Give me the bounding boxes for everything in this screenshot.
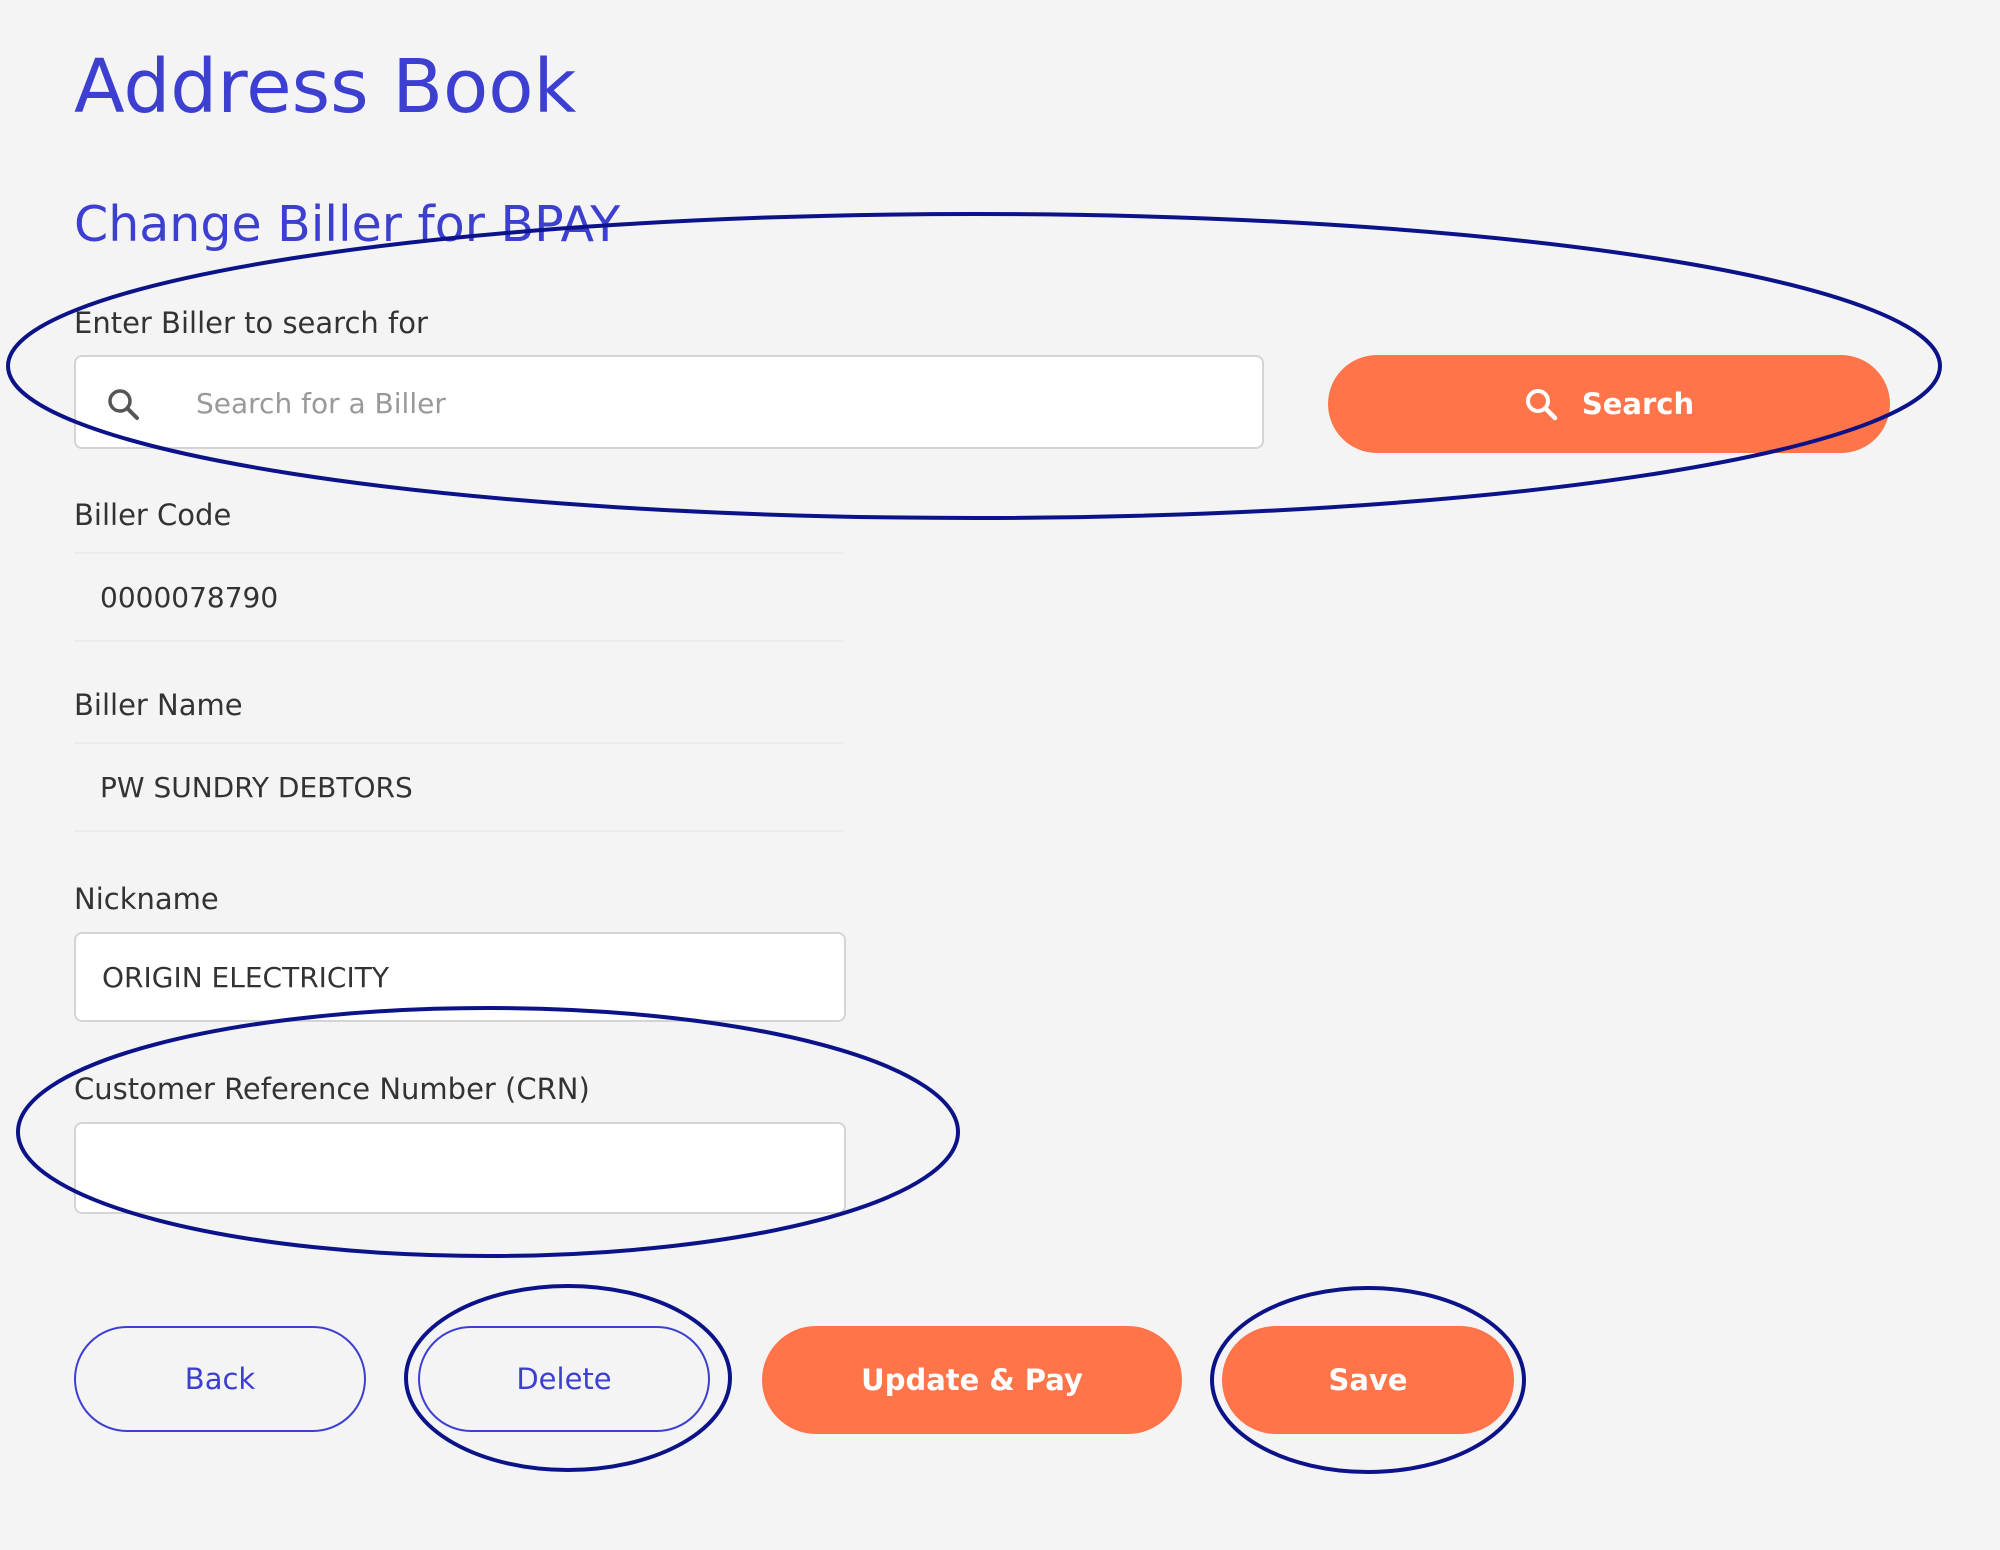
page-title: Address Book <box>74 44 577 130</box>
nickname-label: Nickname <box>74 882 219 916</box>
search-label: Enter Biller to search for <box>74 306 428 340</box>
delete-button-label: Delete <box>516 1362 612 1396</box>
biller-search-input[interactable] <box>194 371 1238 435</box>
nickname-input[interactable] <box>74 932 846 1022</box>
section-title: Change Biller for BPAY <box>74 196 621 253</box>
save-button-label: Save <box>1328 1363 1408 1397</box>
biller-code-label: Biller Code <box>74 498 232 532</box>
biller-name-label: Biller Name <box>74 688 243 722</box>
save-button[interactable]: Save <box>1222 1326 1514 1434</box>
back-button-label: Back <box>184 1362 256 1396</box>
biller-search-field[interactable] <box>74 355 1264 449</box>
crn-input[interactable] <box>74 1122 846 1214</box>
biller-code-value: 0000078790 <box>74 552 844 642</box>
crn-label: Customer Reference Number (CRN) <box>74 1072 590 1106</box>
update-pay-button-label: Update & Pay <box>861 1363 1083 1397</box>
search-icon <box>108 389 139 420</box>
back-button[interactable]: Back <box>74 1326 366 1432</box>
search-button[interactable]: Search <box>1328 355 1890 453</box>
search-button-label: Search <box>1581 387 1695 421</box>
search-icon <box>1525 389 1558 421</box>
biller-name-value: PW SUNDRY DEBTORS <box>74 742 844 832</box>
delete-button[interactable]: Delete <box>418 1326 710 1432</box>
update-pay-button[interactable]: Update & Pay <box>762 1326 1182 1434</box>
